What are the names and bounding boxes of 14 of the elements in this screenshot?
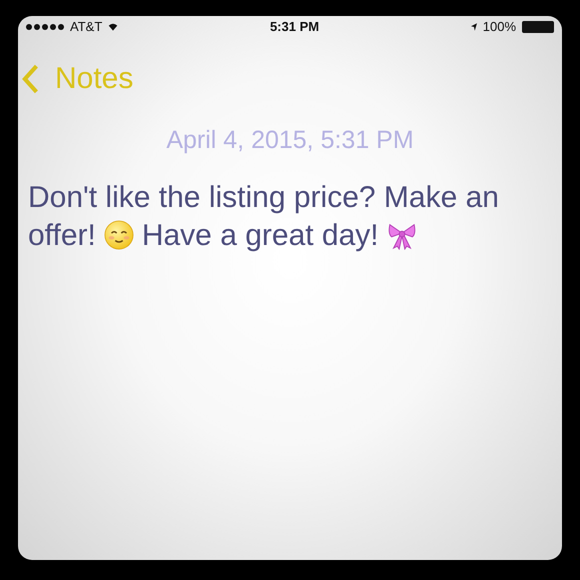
note-text: offer!: [28, 219, 96, 252]
wifi-icon: [108, 23, 118, 31]
battery-icon: [522, 21, 554, 33]
note-date: April 4, 2015, 5:31 PM: [165, 126, 415, 155]
note-text: Don't like the listing price? Make an: [28, 181, 499, 214]
back-button[interactable]: Notes: [21, 62, 134, 96]
location-icon: [470, 23, 477, 31]
carrier-name: AT&T: [70, 20, 102, 34]
chevron-icon: [21, 63, 39, 95]
smiley-icon: [104, 220, 134, 250]
note-text: Have a great day!: [142, 219, 379, 252]
battery-percent: 100%: [482, 20, 516, 34]
signal-icon: [26, 24, 64, 30]
status-time: 5:31 PM: [270, 20, 320, 34]
